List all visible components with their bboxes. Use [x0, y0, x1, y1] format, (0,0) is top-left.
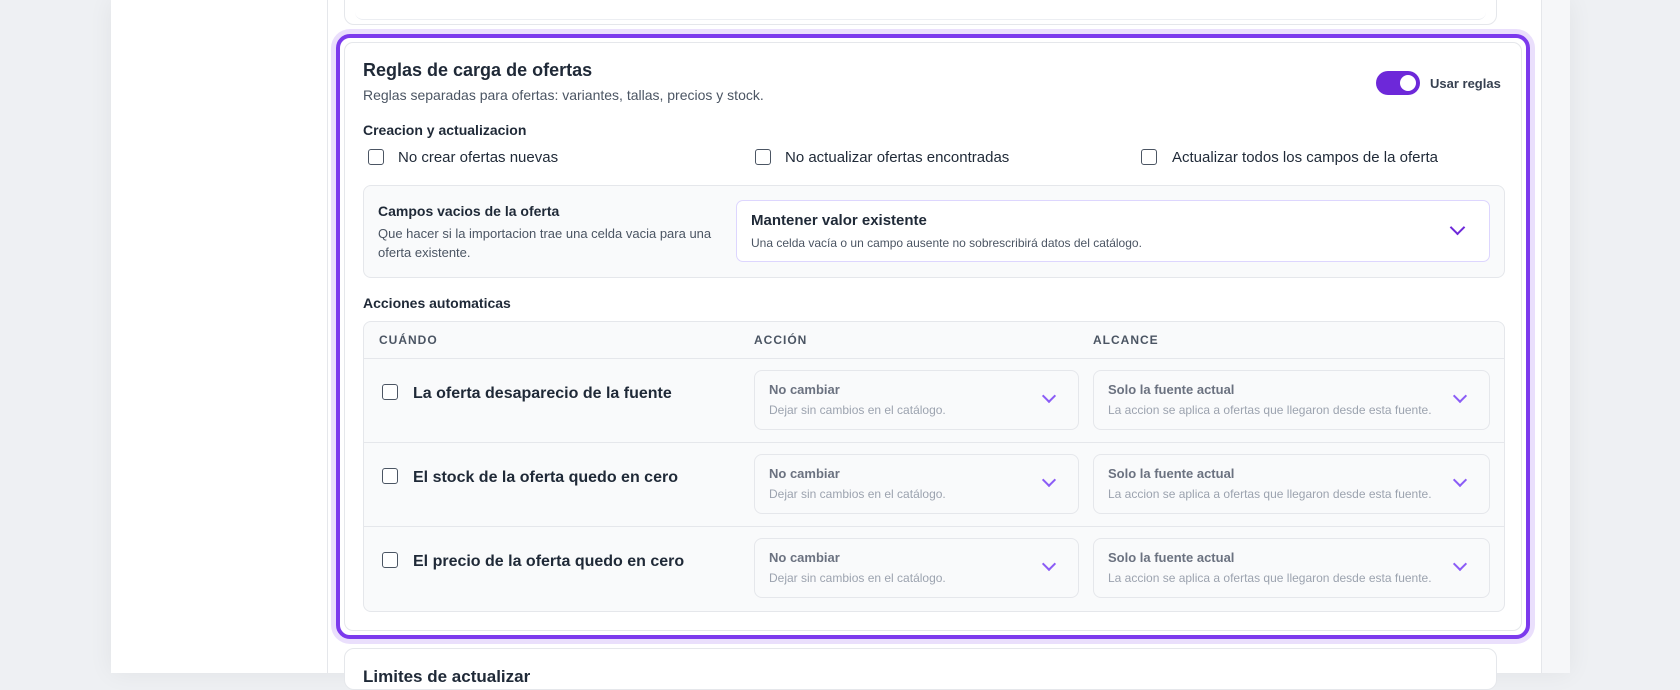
action-select-desc: Dejar sin cambios en el catálogo.: [769, 403, 946, 417]
next-section-card: Limites de actualizar: [344, 648, 1497, 690]
col-action-header: ACCIÓN: [754, 333, 808, 347]
no-update-found-label[interactable]: No actualizar ofertas encontradas: [785, 149, 1009, 166]
update-all-fields-label[interactable]: Actualizar todos los campos de la oferta: [1172, 149, 1438, 166]
chevron-down-icon: [1041, 556, 1057, 572]
actions-table-header: CUÁNDO ACCIÓN ALCANCE: [364, 322, 1504, 359]
update-all-fields-checkbox[interactable]: [1141, 149, 1157, 165]
scope-select[interactable]: Solo la fuente actual La accion se aplic…: [1093, 370, 1490, 430]
row-checkbox[interactable]: [382, 384, 398, 400]
scope-select-value: Solo la fuente actual: [1108, 382, 1235, 397]
previous-section-inner: [355, 9, 1486, 20]
row-condition-label[interactable]: El precio de la oferta quedo en cero: [413, 553, 684, 571]
col-scope-header: ALCANCE: [1093, 333, 1159, 347]
empty-fields-description: Que hacer si la importacion trae una cel…: [378, 226, 712, 260]
rules-title: Reglas de carga de ofertas: [363, 60, 593, 80]
action-select[interactable]: No cambiar Dejar sin cambios en el catál…: [754, 454, 1079, 514]
chevron-down-icon: [1452, 388, 1468, 404]
scope-select[interactable]: Solo la fuente actual La accion se aplic…: [1093, 454, 1490, 514]
empty-fields-select-value: Mantener valor existente: [751, 212, 927, 229]
row-checkbox[interactable]: [382, 468, 398, 484]
table-row: El stock de la oferta quedo en cero No c…: [364, 442, 1504, 527]
empty-fields-select-desc: Una celda vacía o un campo ausente no so…: [751, 236, 1142, 250]
scope-select-value: Solo la fuente actual: [1108, 550, 1235, 565]
empty-fields-title: Campos vacios de la oferta: [378, 203, 560, 219]
toggle-knob: [1400, 75, 1416, 91]
table-row: La oferta desaparecio de la fuente No ca…: [364, 358, 1504, 443]
rules-subtitle: Reglas separadas para ofertas: variantes…: [363, 87, 764, 103]
action-select-value: No cambiar: [769, 466, 840, 481]
action-select-desc: Dejar sin cambios en el catálogo.: [769, 571, 946, 585]
chevron-down-icon: [1041, 388, 1057, 404]
scope-select-desc: La accion se aplica a ofertas que llegar…: [1108, 571, 1432, 585]
chevron-down-icon: [1452, 556, 1468, 572]
creation-section-label: Creacion y actualizacion: [363, 122, 527, 138]
use-rules-toggle[interactable]: [1376, 71, 1420, 95]
col-when-header: CUÁNDO: [379, 333, 438, 347]
action-select-value: No cambiar: [769, 550, 840, 565]
row-checkbox[interactable]: [382, 552, 398, 568]
scope-select-value: Solo la fuente actual: [1108, 466, 1235, 481]
left-panel: [111, 0, 327, 673]
previous-section-card: [344, 0, 1497, 25]
row-condition-label[interactable]: La oferta desaparecio de la fuente: [413, 385, 672, 403]
empty-fields-select[interactable]: Mantener valor existente Una celda vacía…: [736, 200, 1490, 262]
actions-table: CUÁNDO ACCIÓN ALCANCE La oferta desapare…: [363, 321, 1505, 612]
scope-select-desc: La accion se aplica a ofertas que llegar…: [1108, 403, 1432, 417]
action-select[interactable]: No cambiar Dejar sin cambios en el catál…: [754, 370, 1079, 430]
actions-section-label: Acciones automaticas: [363, 295, 511, 311]
scope-select-desc: La accion se aplica a ofertas que llegar…: [1108, 487, 1432, 501]
chevron-down-icon: [1449, 219, 1466, 236]
action-select[interactable]: No cambiar Dejar sin cambios en el catál…: [754, 538, 1079, 598]
next-section-title: Limites de actualizar: [363, 667, 531, 686]
no-create-offers-checkbox[interactable]: [368, 149, 384, 165]
no-create-offers-label[interactable]: No crear ofertas nuevas: [398, 149, 558, 166]
action-select-desc: Dejar sin cambios en el catálogo.: [769, 487, 946, 501]
chevron-down-icon: [1041, 472, 1057, 488]
no-update-found-checkbox[interactable]: [755, 149, 771, 165]
chevron-down-icon: [1452, 472, 1468, 488]
row-condition-label[interactable]: El stock de la oferta quedo en cero: [413, 469, 678, 487]
scope-select[interactable]: Solo la fuente actual La accion se aplic…: [1093, 538, 1490, 598]
use-rules-label[interactable]: Usar reglas: [1430, 76, 1501, 91]
action-select-value: No cambiar: [769, 382, 840, 397]
table-row: El precio de la oferta quedo en cero No …: [364, 526, 1504, 610]
